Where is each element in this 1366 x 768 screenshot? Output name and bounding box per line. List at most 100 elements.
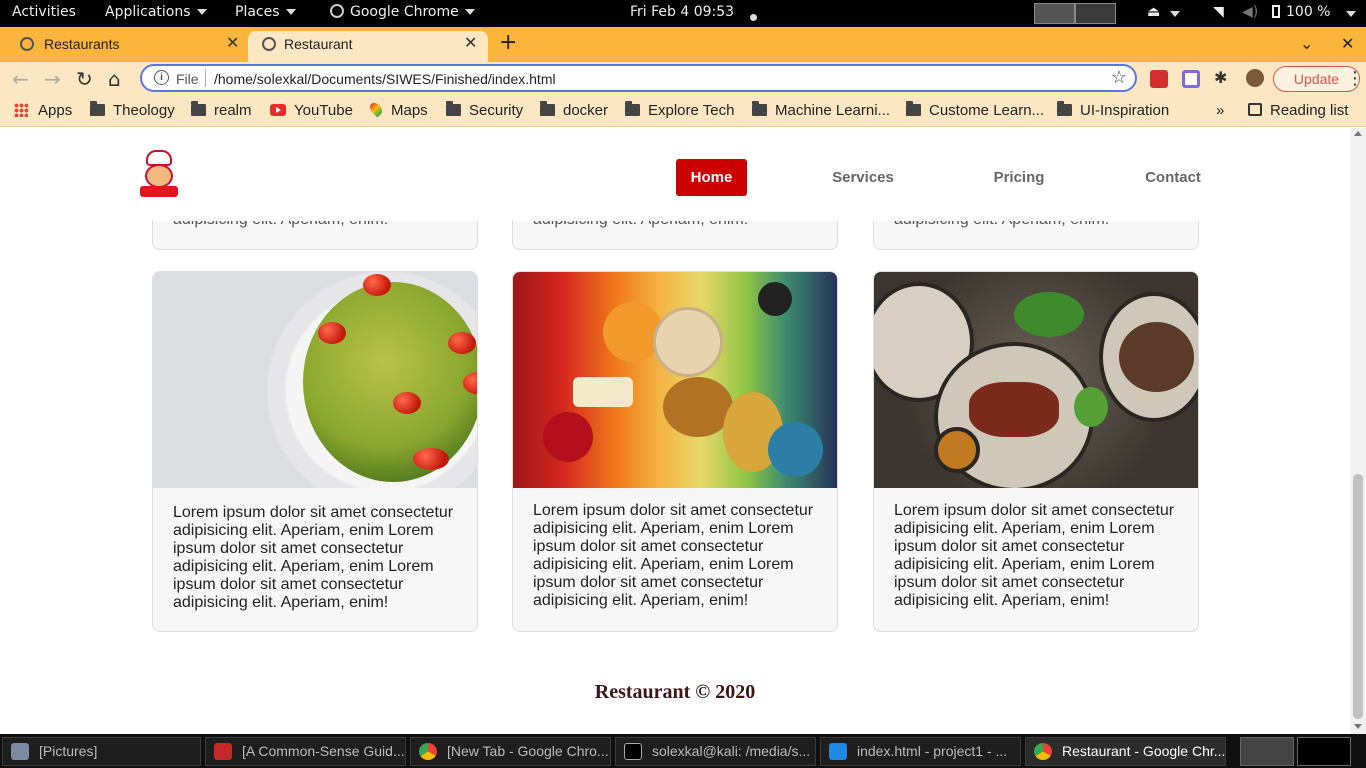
folder-icon bbox=[90, 101, 105, 116]
applications-menu[interactable]: Applications bbox=[105, 4, 207, 20]
battery-indicator[interactable]: 100 % bbox=[1272, 4, 1330, 20]
system-top-bar: Activities Applications Places Google Ch… bbox=[0, 0, 1366, 27]
battery-label: 100 % bbox=[1286, 4, 1331, 20]
nav-services[interactable]: Services bbox=[820, 159, 906, 196]
task-vscode[interactable]: index.html - project1 - ... bbox=[820, 737, 1021, 766]
folder-icon bbox=[446, 101, 461, 116]
bookmark-label: YouTube bbox=[294, 102, 353, 119]
folder-icon bbox=[1057, 101, 1072, 116]
nav-home[interactable]: Home bbox=[676, 159, 747, 196]
bookmark-label: Machine Learni... bbox=[775, 102, 891, 119]
tab-title: Restaurants bbox=[44, 36, 120, 52]
bookmark-label: Security bbox=[469, 102, 524, 119]
task-new-tab[interactable]: [New Tab - Google Chro... bbox=[410, 737, 611, 766]
workspace-1[interactable] bbox=[1034, 3, 1075, 24]
forward-button[interactable]: → bbox=[44, 67, 61, 91]
restaurant-logo[interactable] bbox=[140, 150, 178, 198]
bookmark-explore-tech[interactable]: Explore Tech bbox=[625, 101, 735, 119]
volume-icon[interactable]: ◀) bbox=[1242, 4, 1258, 20]
extension-red-icon[interactable] bbox=[1150, 70, 1168, 88]
scrollbar-thumb[interactable] bbox=[1353, 474, 1363, 719]
close-window-icon[interactable]: ✕ bbox=[1341, 34, 1354, 53]
bookmark-youtube[interactable]: YouTube bbox=[270, 102, 353, 119]
task-pictures[interactable]: [Pictures] bbox=[2, 737, 201, 766]
task-label: [New Tab - Google Chro... bbox=[447, 743, 609, 759]
folder-icon bbox=[191, 101, 206, 116]
card-text: Lorem ipsum dolor sit amet consectetur a… bbox=[894, 502, 1175, 609]
task-label: solexkal@kali: /media/s... bbox=[652, 743, 811, 759]
nav-pricing[interactable]: Pricing bbox=[980, 159, 1058, 196]
scroll-down-icon[interactable] bbox=[1354, 724, 1362, 729]
globe-icon bbox=[20, 37, 34, 51]
folder-icon bbox=[625, 101, 640, 116]
task-restaurant[interactable]: Restaurant - Google Chr... bbox=[1025, 737, 1226, 766]
notification-dot-icon bbox=[750, 9, 757, 25]
bookmark-machine-learning[interactable]: Machine Learni... bbox=[752, 101, 891, 119]
bookmarks-bar: Apps Theology realm YouTube Maps Securit… bbox=[0, 96, 1366, 127]
apps-grid-icon bbox=[14, 103, 28, 117]
wifi-icon[interactable]: ◥ bbox=[1213, 4, 1224, 20]
close-tab-icon[interactable]: ✕ bbox=[226, 31, 239, 57]
app-menu[interactable]: Google Chrome bbox=[330, 4, 475, 20]
more-menu-icon[interactable]: ⋮ bbox=[1346, 68, 1364, 89]
chrome-icon bbox=[330, 4, 344, 18]
terminal-icon bbox=[624, 743, 642, 760]
bookmark-label: Apps bbox=[38, 102, 73, 119]
clock[interactable]: Fri Feb 4 09:53 bbox=[630, 4, 734, 20]
food-card: Lorem ipsum dolor sit amet consectetur a… bbox=[873, 271, 1199, 632]
places-menu[interactable]: Places bbox=[235, 4, 296, 20]
extension-clickup-icon[interactable] bbox=[1182, 70, 1200, 88]
new-tab-button[interactable]: + bbox=[499, 30, 517, 55]
nav-contact[interactable]: Contact bbox=[1134, 159, 1212, 196]
tab-search-icon[interactable]: ⌄ bbox=[1300, 34, 1313, 53]
assorted-food-image bbox=[513, 272, 837, 488]
workspace-2[interactable] bbox=[1297, 737, 1351, 766]
back-button[interactable]: ← bbox=[12, 67, 29, 91]
bookmark-security[interactable]: Security bbox=[446, 101, 524, 119]
bookmark-realm[interactable]: realm bbox=[191, 101, 252, 119]
task-terminal[interactable]: solexkal@kali: /media/s... bbox=[615, 737, 816, 766]
page-scrollbar[interactable] bbox=[1350, 128, 1366, 734]
url-text[interactable]: /home/solexkal/Documents/SIWES/Finished/… bbox=[214, 71, 556, 87]
app-menu-label: Google Chrome bbox=[350, 4, 459, 20]
workspace-1[interactable] bbox=[1240, 737, 1294, 766]
bookmark-docker[interactable]: docker bbox=[540, 101, 608, 119]
files-icon bbox=[11, 743, 29, 760]
pasta-salad-image bbox=[153, 272, 477, 488]
bookmarks-overflow-button[interactable]: » bbox=[1216, 102, 1224, 119]
address-bar[interactable]: i File /home/solexkal/Documents/SIWES/Fi… bbox=[140, 64, 1137, 92]
page-viewport: adipisicing elit. Aperiam, enim! adipisi… bbox=[0, 128, 1350, 734]
bookmark-apps[interactable]: Apps bbox=[14, 102, 72, 119]
tab-restaurants[interactable]: Restaurants ✕ bbox=[0, 31, 248, 62]
divider bbox=[205, 70, 206, 87]
browser-toolbar: ← → ↻ ⌂ i File /home/solexkal/Documents/… bbox=[0, 62, 1366, 96]
taskbar: [Pictures] [A Common-Sense Guid... [New … bbox=[0, 734, 1366, 768]
avatar[interactable] bbox=[1244, 67, 1266, 89]
bookmark-theology[interactable]: Theology bbox=[90, 101, 175, 119]
workspace-2[interactable] bbox=[1075, 3, 1116, 24]
bookmark-ui-inspiration[interactable]: UI-Inspiration bbox=[1057, 101, 1169, 119]
chevron-down-icon bbox=[285, 9, 296, 15]
close-tab-icon[interactable]: ✕ bbox=[464, 31, 477, 57]
bookmark-maps[interactable]: Maps bbox=[367, 100, 428, 119]
bookmark-label: realm bbox=[214, 102, 252, 119]
tab-strip: Restaurants ✕ Restaurant ✕ bbox=[0, 27, 1366, 62]
bookmark-star-icon[interactable]: ☆ bbox=[1111, 67, 1127, 88]
puzzle-icon[interactable]: ✱ bbox=[1214, 68, 1232, 87]
info-icon[interactable]: i bbox=[154, 70, 169, 85]
tab-restaurant[interactable]: Restaurant ✕ bbox=[248, 31, 488, 62]
home-button[interactable]: ⌂ bbox=[108, 67, 121, 91]
bookmark-label: Explore Tech bbox=[648, 102, 735, 119]
task-pdf[interactable]: [A Common-Sense Guid... bbox=[205, 737, 406, 766]
steak-bowls-image bbox=[874, 272, 1198, 488]
reading-list-label: Reading list bbox=[1270, 102, 1349, 119]
reload-button[interactable]: ↻ bbox=[76, 67, 93, 91]
bookmark-custome-learn[interactable]: Custome Learn... bbox=[906, 101, 1044, 119]
reading-list-button[interactable]: Reading list bbox=[1248, 102, 1348, 119]
activities-button[interactable]: Activities bbox=[12, 4, 76, 20]
network-up-icon[interactable]: ⏏ bbox=[1147, 4, 1160, 20]
chevron-down-icon[interactable] bbox=[1170, 6, 1180, 22]
card-text: Lorem ipsum dolor sit amet consectetur a… bbox=[173, 504, 454, 611]
scroll-up-icon[interactable] bbox=[1354, 131, 1362, 136]
power-menu[interactable] bbox=[1346, 6, 1356, 22]
